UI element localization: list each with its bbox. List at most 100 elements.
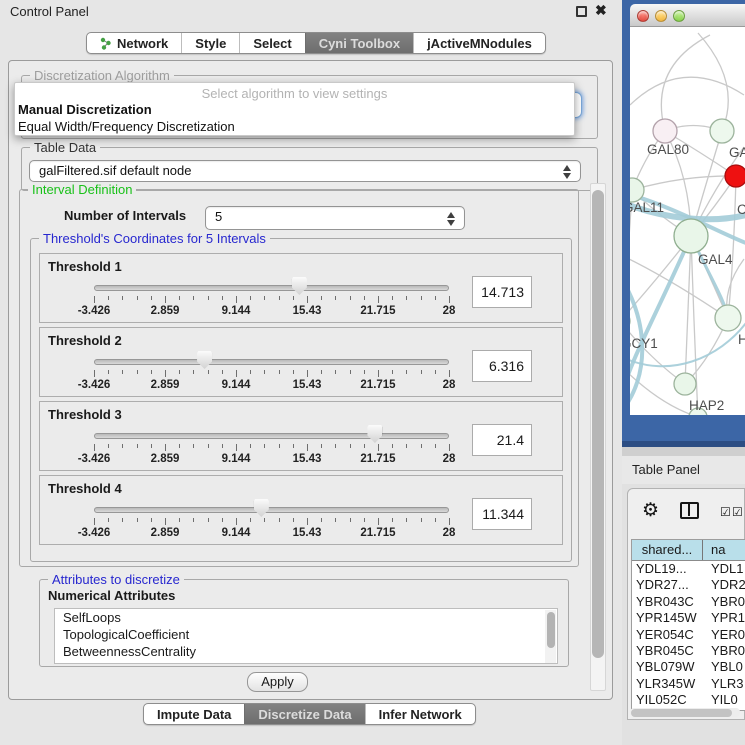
slider-track[interactable] — [94, 285, 449, 291]
tab-select[interactable]: Select — [239, 33, 304, 53]
tab-style[interactable]: Style — [181, 33, 239, 53]
table-data-value: galFiltered.sif default node — [39, 163, 191, 178]
cell-shared-name: YER054C — [632, 627, 703, 643]
slider-tick — [350, 370, 351, 374]
slider-handle[interactable] — [292, 277, 307, 295]
close-icon[interactable]: ✖ — [595, 2, 607, 19]
attribute-item[interactable]: BetweennessCentrality — [55, 643, 557, 660]
threshold-slider[interactable]: -3.4262.8599.14415.4321.71528 — [40, 328, 460, 398]
network-window-titlebar[interactable] — [630, 4, 745, 27]
network-node[interactable] — [725, 165, 745, 187]
table-row[interactable]: YLR345WYLR3 — [632, 676, 745, 692]
threshold-value-field[interactable]: 6.316 — [472, 350, 532, 382]
network-node[interactable] — [715, 305, 741, 331]
slider-tick — [94, 518, 95, 525]
tab-cyni-toolbox[interactable]: Cyni Toolbox — [305, 33, 413, 53]
slider-tick — [392, 444, 393, 448]
slider-tick — [378, 518, 379, 525]
attribute-item[interactable]: TopologicalCoefficient — [55, 626, 557, 643]
slider-handle[interactable] — [367, 425, 382, 443]
slider-tick — [208, 444, 209, 448]
tab-network[interactable]: Network — [87, 33, 181, 53]
float-window-icon[interactable] — [576, 6, 587, 17]
table-row[interactable]: YPR145WYPR1 — [632, 610, 745, 626]
slider-tick — [321, 296, 322, 300]
cell-name: YDR2 — [703, 577, 745, 593]
slider-track[interactable] — [94, 507, 449, 513]
checkbox-icon[interactable]: ☑ — [732, 505, 743, 519]
slider-tick — [193, 296, 194, 300]
apply-button[interactable]: Apply — [247, 672, 308, 692]
number-of-intervals-combobox[interactable]: 5 — [205, 206, 465, 230]
slider-tick — [250, 370, 251, 374]
gear-icon[interactable]: ⚙ — [642, 501, 659, 521]
attributes-scrollbar[interactable] — [545, 610, 556, 664]
cell-shared-name: YIL052C — [632, 692, 703, 708]
slider-tick — [222, 370, 223, 374]
slider-tick — [108, 296, 109, 300]
network-node[interactable] — [710, 119, 734, 143]
network-node[interactable] — [674, 219, 708, 253]
table-row[interactable]: YBL079WYBL0 — [632, 659, 745, 675]
slider-handle[interactable] — [254, 499, 269, 517]
minimize-traffic-light-icon[interactable] — [655, 10, 667, 22]
slider-tick — [321, 370, 322, 374]
slider-track[interactable] — [94, 433, 449, 439]
slider-tick — [137, 370, 138, 374]
slider-tick — [406, 296, 407, 300]
tab-discretize-data[interactable]: Discretize Data — [244, 704, 364, 724]
slider-tick — [307, 518, 308, 525]
table-row[interactable]: YER054CYER0 — [632, 627, 745, 643]
algorithm-option[interactable]: Manual Discretization — [15, 101, 574, 118]
slider-tick — [392, 296, 393, 300]
table-horizontal-scrollbar[interactable] — [630, 708, 740, 717]
slider-tick — [137, 518, 138, 522]
threshold-value-field[interactable]: 11.344 — [472, 498, 532, 530]
slider-track[interactable] — [94, 359, 449, 365]
tab-infer-network[interactable]: Infer Network — [365, 704, 475, 724]
slider-tick — [421, 296, 422, 300]
slider-tick — [364, 370, 365, 374]
table-row[interactable]: YIL052CYIL0 — [632, 692, 745, 708]
tab-impute-data[interactable]: Impute Data — [144, 704, 244, 724]
threshold-value-field[interactable]: 21.4 — [472, 424, 532, 456]
zoom-traffic-light-icon[interactable] — [673, 10, 685, 22]
slider-tick — [122, 444, 123, 448]
attribute-item[interactable]: SelfLoops — [55, 609, 557, 626]
interval-definition-label: Interval Definition — [28, 182, 136, 197]
slider-handle[interactable] — [197, 351, 212, 369]
network-node[interactable] — [674, 373, 696, 395]
column-header-name[interactable]: na — [703, 540, 745, 560]
tab-label: Infer Network — [379, 707, 462, 722]
threshold-slider[interactable]: -3.4262.8599.14415.4321.71528 — [40, 254, 460, 324]
slider-tick — [364, 296, 365, 300]
checkbox-icon[interactable]: ☑ — [720, 505, 731, 519]
scrollbar-thumb[interactable] — [631, 709, 732, 717]
table-row[interactable]: YBR045CYBR0 — [632, 643, 745, 659]
table-row[interactable]: YBR043CYBR0 — [632, 594, 745, 610]
network-node[interactable] — [653, 119, 677, 143]
threshold-slider[interactable]: -3.4262.8599.14415.4321.71528 — [40, 476, 460, 546]
threshold-value-field[interactable]: 14.713 — [472, 276, 532, 308]
slider-tick — [378, 444, 379, 451]
numerical-attributes-list[interactable]: SelfLoopsTopologicalCoefficientBetweenne… — [54, 608, 558, 664]
table-data-combobox[interactable]: galFiltered.sif default node — [29, 160, 581, 182]
tab-jactivemnodules[interactable]: jActiveMNodules — [413, 33, 545, 53]
table-row[interactable]: YDL19...YDL1 — [632, 561, 745, 577]
slider-tick — [236, 296, 237, 303]
threshold-panel: Threshold 4-3.4262.8599.14415.4321.71528… — [39, 475, 563, 545]
panel-divider — [622, 447, 745, 456]
algorithm-option[interactable]: Equal Width/Frequency Discretization — [15, 118, 574, 135]
scrollbar-thumb[interactable] — [592, 190, 604, 658]
scrollbar-thumb[interactable] — [547, 612, 555, 648]
close-traffic-light-icon[interactable] — [637, 10, 649, 22]
column-header-shared[interactable]: shared... — [632, 540, 703, 560]
table-row[interactable]: YDR27...YDR2 — [632, 577, 745, 593]
slider-tick-label: 2.859 — [151, 379, 180, 391]
interval-definition-group: Interval Definition Number of Intervals … — [19, 189, 579, 567]
table-panel-title: Table Panel — [632, 462, 700, 477]
threshold-slider[interactable]: -3.4262.8599.14415.4321.71528 — [40, 402, 460, 472]
split-columns-icon[interactable] — [680, 502, 699, 519]
settings-scrollbar[interactable] — [590, 183, 606, 691]
network-canvas[interactable]: GAL80GAGAL11CGAL4GCY1HHAP2 — [630, 27, 745, 415]
